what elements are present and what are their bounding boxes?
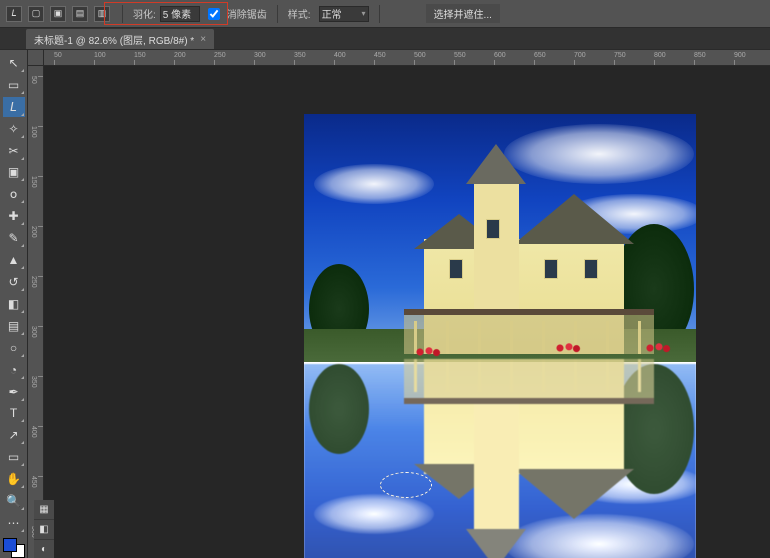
healing-tool[interactable]: ✚ <box>3 206 25 226</box>
pen-tool[interactable]: ✒ <box>3 382 25 402</box>
dodge-tool[interactable]: ◔ <box>3 360 25 380</box>
brush-tool[interactable]: ✎ <box>3 228 25 248</box>
document-tab-strip: 未标题-1 @ 82.6% (图层, RGB/8#) * × <box>0 28 770 50</box>
style-select[interactable]: 正常 <box>319 6 369 22</box>
panel-icon[interactable]: ◧ <box>34 520 54 540</box>
shape-tool[interactable]: ▭ <box>3 447 25 467</box>
document-tab[interactable]: 未标题-1 @ 82.6% (图层, RGB/8#) * × <box>26 29 214 49</box>
ruler-corner <box>28 50 44 66</box>
marquee-tool[interactable]: ▭ <box>3 75 25 95</box>
crop-tool[interactable]: ✂ <box>3 141 25 161</box>
image-house <box>384 189 664 354</box>
canvas-area[interactable]: 5010015020025030035040045050055060065070… <box>28 50 770 558</box>
selection-intersect-icon[interactable]: ▥ <box>94 6 110 22</box>
blur-tool[interactable]: ○ <box>3 338 25 358</box>
lasso-tool[interactable]: 𝘓 <box>3 97 25 117</box>
selection-new-icon[interactable]: ▢ <box>28 6 44 22</box>
move-tool[interactable]: ↖ <box>3 53 25 73</box>
canvas[interactable] <box>304 114 696 558</box>
fg-swatch[interactable] <box>3 538 17 552</box>
selection-subtract-icon[interactable]: ▤ <box>72 6 88 22</box>
close-icon[interactable]: × <box>200 34 206 45</box>
image-flowers <box>414 346 444 358</box>
tool-preset-icon[interactable]: 𝘓 <box>6 6 22 22</box>
feather-input[interactable] <box>160 6 200 22</box>
antialias-label: 消除锯齿 <box>227 6 267 21</box>
gradient-tool[interactable]: ▤ <box>3 316 25 336</box>
zoom-tool[interactable]: 🔍 <box>3 491 25 511</box>
style-label: 样式: <box>288 6 311 21</box>
eraser-tool[interactable]: ◧ <box>3 294 25 314</box>
image-flowers <box>644 342 674 354</box>
eyedropper-tool[interactable]: 𝗈 <box>3 184 25 204</box>
history-brush-tool[interactable]: ↺ <box>3 272 25 292</box>
collapsed-panel-strip[interactable]: ▦◧◐≡ <box>34 500 54 558</box>
path-tool[interactable]: ↗ <box>3 425 25 445</box>
vertical-ruler: 50100150200250300350400450500 <box>28 66 44 558</box>
lasso-selection[interactable] <box>380 472 432 498</box>
separator <box>277 5 278 23</box>
document-tab-title: 未标题-1 @ 82.6% (图层, RGB/8#) * <box>34 32 194 47</box>
separator <box>122 5 123 23</box>
options-bar: 𝘓 ▢ ▣ ▤ ▥ 羽化: 消除锯齿 样式: 正常 选择并遮住... <box>0 0 770 28</box>
panel-icon[interactable]: ◐ <box>34 540 54 558</box>
quick-select-tool[interactable]: ✧ <box>3 119 25 139</box>
frame-tool[interactable]: ▣ <box>3 163 25 183</box>
selection-add-icon[interactable]: ▣ <box>50 6 66 22</box>
color-swatches[interactable] <box>3 538 25 558</box>
antialias-checkbox[interactable] <box>208 8 220 20</box>
panel-icon[interactable]: ▦ <box>34 500 54 520</box>
type-tool[interactable]: T <box>3 404 25 424</box>
image-reflection <box>304 362 696 558</box>
edit-toolbar[interactable]: ⋯ <box>3 513 25 533</box>
hand-tool[interactable]: ✋ <box>3 469 25 489</box>
select-and-mask-button[interactable]: 选择并遮住... <box>426 4 500 23</box>
image-flowers <box>554 342 584 354</box>
toolbox: ↖▭𝘓✧✂▣𝗈✚✎▲↺◧▤○◔✒T↗▭✋🔍⋯ <box>0 50 28 558</box>
horizontal-ruler: 5010015020025030035040045050055060065070… <box>44 50 770 66</box>
image-cloud <box>504 124 694 184</box>
workspace: ↖▭𝘓✧✂▣𝗈✚✎▲↺◧▤○◔✒T↗▭✋🔍⋯ 50100150200250300… <box>0 50 770 558</box>
feather-label: 羽化: <box>133 6 156 21</box>
separator <box>379 5 380 23</box>
stamp-tool[interactable]: ▲ <box>3 250 25 270</box>
